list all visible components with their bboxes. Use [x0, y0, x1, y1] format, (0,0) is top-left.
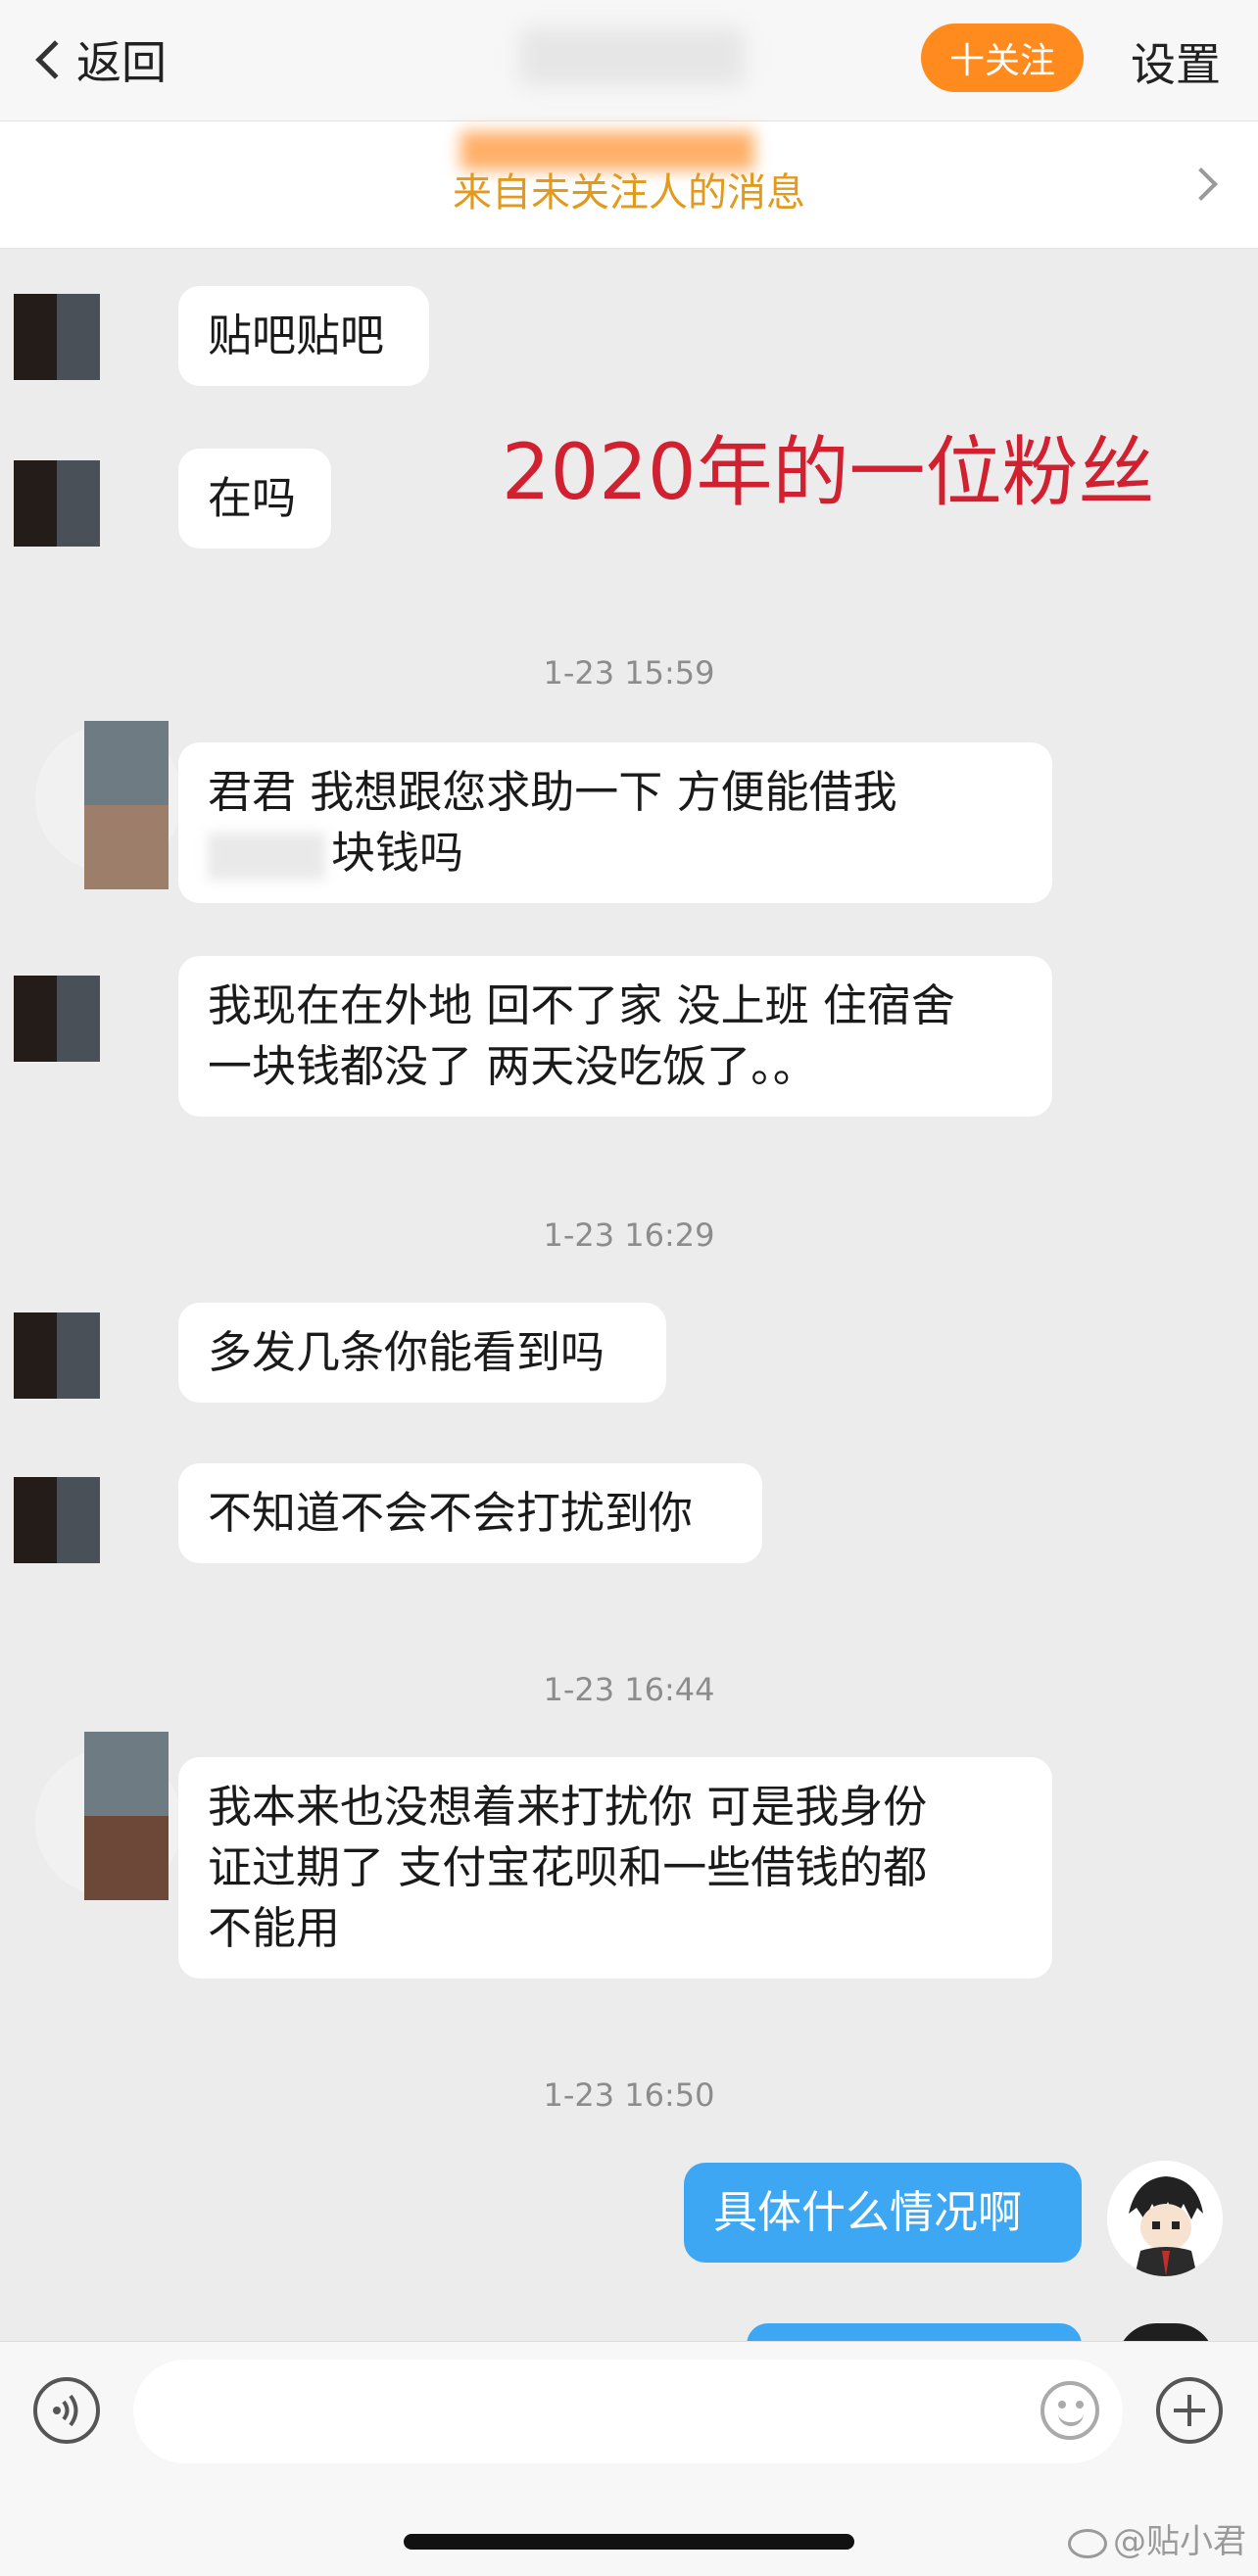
- blurred-chat-title: [519, 27, 745, 86]
- sender-avatar[interactable]: [14, 1477, 100, 1563]
- message-bubble: 多发几条你能看到吗: [178, 1303, 666, 1403]
- plus-icon[interactable]: [1156, 2377, 1223, 2444]
- message-line: 不能用: [208, 1902, 341, 1954]
- stranger-message-notice[interactable]: 来自未关注人的消息: [0, 121, 1258, 249]
- timestamp: 1-23 16:44: [543, 1671, 715, 1708]
- chat-screen: 返回 十关注 设置 来自未关注人的消息 贴吧贴吧 在吗 2020年的一位粉丝 1…: [0, 0, 1258, 2576]
- chevron-left-icon: [35, 40, 74, 79]
- message-line: 我现在在外地 回不了家 没上班 住宿舍: [208, 979, 955, 1031]
- outgoing-message-bubble: 具体什么情况啊: [684, 2163, 1082, 2263]
- emoji-icon[interactable]: [1040, 2381, 1099, 2440]
- message-bubble: 贴吧贴吧: [178, 286, 429, 386]
- message-bubble: 君君 我想跟您求助一下 方便能借我 块钱吗: [178, 742, 1052, 903]
- sender-avatar[interactable]: [14, 1312, 100, 1399]
- watermark-text: @贴小君: [1113, 2522, 1246, 2561]
- watermark: @贴小君: [1068, 2514, 1246, 2562]
- voice-button[interactable]: [33, 2377, 100, 2444]
- message-line: 块钱吗: [331, 827, 464, 879]
- notice-text: 来自未关注人的消息: [453, 170, 805, 215]
- sender-avatar[interactable]: [14, 976, 100, 1062]
- my-avatar[interactable]: [1107, 2161, 1223, 2276]
- follow-button[interactable]: 十关注: [921, 24, 1084, 92]
- message-line-with-blur: 块钱吗: [208, 823, 1023, 883]
- back-label: 返回: [76, 36, 167, 89]
- home-indicator: [404, 2534, 854, 2550]
- anime-avatar-icon: [1107, 2161, 1223, 2276]
- sender-avatar[interactable]: [84, 721, 169, 889]
- voice-icon: [53, 2394, 78, 2427]
- back-button[interactable]: 返回: [31, 22, 167, 98]
- message-line: 君君 我想跟您求助一下 方便能借我: [208, 766, 897, 818]
- sender-avatar[interactable]: [14, 460, 100, 547]
- top-nav-bar: 返回 十关注 设置: [0, 0, 1258, 121]
- message-line: 一块钱都没了 两天没吃饭了。。: [208, 1040, 817, 1092]
- settings-button[interactable]: 设置: [1131, 29, 1221, 94]
- message-line: 证过期了 支付宝花呗和一些借钱的都: [208, 1841, 928, 1893]
- message-bubble: 我现在在外地 回不了家 没上班 住宿舍 一块钱都没了 两天没吃饭了。。: [178, 956, 1052, 1117]
- composer-bar: @贴小君: [0, 2341, 1258, 2576]
- sender-avatar[interactable]: [14, 294, 100, 380]
- timestamp: 1-23 16:50: [543, 2076, 715, 2114]
- weibo-icon: [1068, 2528, 1107, 2558]
- timestamp: 1-23 15:59: [543, 654, 715, 692]
- message-line: 我本来也没想着来打扰你 可是我身份: [208, 1781, 928, 1833]
- timestamp: 1-23 16:29: [543, 1216, 715, 1254]
- message-input[interactable]: [133, 2360, 1123, 2463]
- overlay-caption: 2020年的一位粉丝: [502, 429, 1155, 517]
- blurred-amount: [208, 833, 325, 880]
- sender-avatar[interactable]: [84, 1732, 169, 1900]
- message-bubble: 在吗: [178, 449, 331, 549]
- message-bubble: 我本来也没想着来打扰你 可是我身份 证过期了 支付宝花呗和一些借钱的都 不能用: [178, 1757, 1052, 1979]
- message-bubble: 不知道不会不会打扰到你: [178, 1463, 762, 1563]
